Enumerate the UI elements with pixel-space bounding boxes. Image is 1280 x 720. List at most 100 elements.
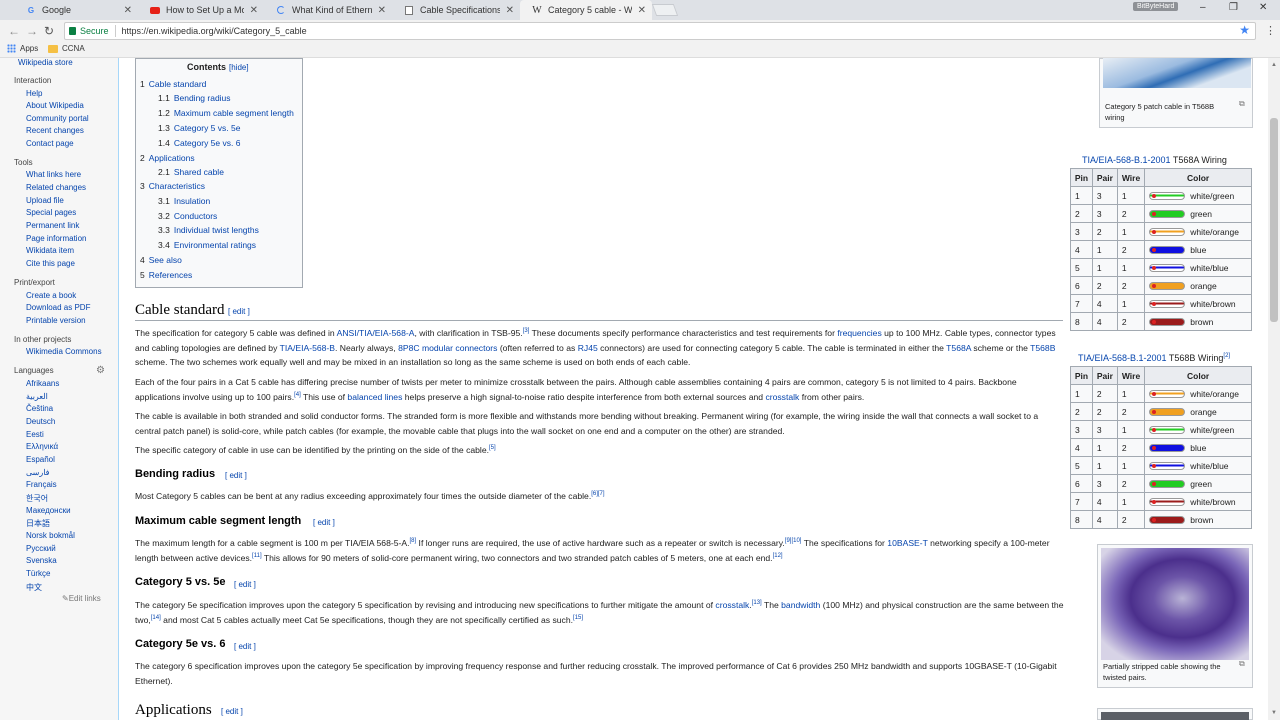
- tab-google[interactable]: G Google ✕: [14, 0, 138, 20]
- sidebar-language-link[interactable]: Čeština: [26, 404, 53, 413]
- stripped-cable-image[interactable]: [1101, 548, 1249, 660]
- back-icon[interactable]: ←: [8, 24, 20, 38]
- sidebar-language-link[interactable]: Norsk bokmål: [26, 531, 75, 540]
- toc-item[interactable]: 2.1 Shared cable: [158, 167, 224, 177]
- sidebar-link[interactable]: Permanent link: [26, 221, 79, 230]
- citation[interactable]: [11]: [252, 553, 262, 559]
- maximize-icon[interactable]: ❐: [1229, 2, 1238, 13]
- close-icon[interactable]: ✕: [506, 5, 514, 16]
- article-link[interactable]: crosstalk: [765, 392, 799, 402]
- sidebar-link[interactable]: Contact page: [26, 139, 74, 148]
- article-link[interactable]: crosstalk: [715, 600, 749, 610]
- close-icon[interactable]: ✕: [250, 5, 258, 16]
- enlarge-icon[interactable]: ⧉: [1239, 99, 1245, 109]
- article-link[interactable]: balanced lines: [347, 392, 402, 402]
- article-link[interactable]: 10BASE-T: [887, 538, 927, 548]
- t568a-title-link[interactable]: TIA/EIA-568-B.1-2001: [1082, 155, 1171, 165]
- toc-item[interactable]: 2 Applications: [140, 153, 195, 163]
- sidebar-link[interactable]: Help: [26, 89, 42, 98]
- sidebar-language-link[interactable]: 中文: [26, 582, 42, 593]
- sidebar-link[interactable]: Page information: [26, 234, 86, 243]
- secure-indicator[interactable]: Secure: [69, 26, 109, 36]
- sidebar-link[interactable]: Wikidata item: [26, 246, 74, 255]
- bookmark-star-icon[interactable]: ★: [1239, 23, 1250, 37]
- sidebar-link-wikipedia-store[interactable]: Wikipedia store: [18, 58, 73, 67]
- toc-item[interactable]: 1.1 Bending radius: [158, 93, 231, 103]
- toc-item[interactable]: 3 Characteristics: [140, 181, 205, 191]
- toc-item[interactable]: 1.4 Category 5e vs. 6: [158, 138, 240, 148]
- toc-item[interactable]: 5 References: [140, 270, 192, 280]
- sidebar-language-link[interactable]: Svenska: [26, 556, 57, 565]
- toc-item[interactable]: 1 Cable standard: [140, 79, 206, 89]
- bookmark-apps[interactable]: Apps: [7, 44, 38, 53]
- sidebar-language-link[interactable]: Français: [26, 480, 57, 489]
- sidebar-link[interactable]: Special pages: [26, 208, 76, 217]
- sidebar-link[interactable]: Wikimedia Commons: [26, 347, 102, 356]
- sidebar-language-link[interactable]: العربية: [26, 392, 48, 401]
- toc-item[interactable]: 3.1 Insulation: [158, 196, 210, 206]
- toc-hide-toggle[interactable]: [hide]: [229, 63, 249, 72]
- sidebar-link[interactable]: Create a book: [26, 291, 76, 300]
- scrollbar-thumb[interactable]: [1270, 118, 1278, 322]
- t568b-title-link[interactable]: TIA/EIA-568-B.1-2001: [1078, 353, 1167, 363]
- minimize-icon[interactable]: –: [1200, 2, 1206, 13]
- citation[interactable]: [3]: [523, 328, 530, 334]
- toc-item[interactable]: 1.2 Maximum cable segment length: [158, 108, 294, 118]
- patch-cable-image[interactable]: [1103, 58, 1251, 88]
- article-link[interactable]: T568B: [1030, 343, 1055, 353]
- article-link[interactable]: TIA/EIA-568-B: [280, 343, 335, 353]
- sidebar-link[interactable]: What links here: [26, 170, 81, 179]
- tab-wikipedia[interactable]: W Category 5 cable - Wikip ✕: [520, 0, 652, 20]
- reload-icon[interactable]: ↻: [44, 24, 54, 38]
- article-link[interactable]: T568A: [946, 343, 971, 353]
- page-scrollbar[interactable]: ▲ ▼: [1268, 58, 1280, 720]
- citation[interactable]: [15]: [573, 615, 583, 621]
- close-window-icon[interactable]: ✕: [1259, 2, 1267, 13]
- citation[interactable]: [14]: [151, 615, 161, 621]
- sidebar-language-link[interactable]: Македонски: [26, 506, 71, 515]
- sidebar-link[interactable]: Cite this page: [26, 259, 75, 268]
- edit-section-link[interactable]: [ edit ]: [234, 642, 256, 651]
- sidebar-language-link[interactable]: 日本語: [26, 518, 50, 529]
- cable-image[interactable]: [1101, 712, 1249, 720]
- article-link[interactable]: bandwidth: [781, 600, 820, 610]
- toc-item[interactable]: 1.3 Category 5 vs. 5e: [158, 123, 240, 133]
- tab-ethernet[interactable]: What Kind of Ethernet C ✕: [264, 0, 392, 20]
- bookmark-ccna[interactable]: CCNA: [48, 44, 85, 53]
- address-bar[interactable]: Secure https://en.wikipedia.org/wiki/Cat…: [64, 22, 1256, 40]
- close-icon[interactable]: ✕: [124, 5, 132, 16]
- edit-section-link[interactable]: [ edit ]: [225, 471, 247, 480]
- toc-item[interactable]: 3.4 Environmental ratings: [158, 240, 256, 250]
- sidebar-language-link[interactable]: Afrikaans: [26, 379, 59, 388]
- sidebar-link[interactable]: Printable version: [26, 316, 86, 325]
- sidebar-link[interactable]: Related changes: [26, 183, 86, 192]
- sidebar-language-link[interactable]: فارسی: [26, 468, 50, 477]
- edit-section-link[interactable]: [ edit ]: [313, 518, 335, 527]
- sidebar-link[interactable]: Recent changes: [26, 126, 84, 135]
- sidebar-link[interactable]: Community portal: [26, 114, 89, 123]
- edit-section-link[interactable]: [ edit ]: [228, 307, 250, 316]
- close-icon[interactable]: ✕: [638, 5, 646, 16]
- new-tab-button[interactable]: [651, 4, 679, 16]
- tab-youtube[interactable]: How to Set Up a Modem ✕: [138, 0, 264, 20]
- profile-badge[interactable]: BitByteHard: [1133, 2, 1179, 11]
- citation[interactable]: [12]: [773, 553, 783, 559]
- sidebar-language-link[interactable]: Türkçe: [26, 569, 50, 578]
- menu-icon[interactable]: ⋮: [1265, 24, 1276, 37]
- gear-icon[interactable]: ⚙: [96, 365, 105, 376]
- article-link[interactable]: frequencies: [837, 328, 881, 338]
- sidebar-language-link[interactable]: 한국어: [26, 493, 48, 504]
- scroll-up-icon[interactable]: ▲: [1271, 62, 1277, 68]
- toc-item[interactable]: 3.2 Conductors: [158, 211, 217, 221]
- article-link[interactable]: 8P8C modular connectors: [398, 343, 497, 353]
- citation[interactable]: [9][10]: [785, 538, 802, 544]
- sidebar-link[interactable]: Download as PDF: [26, 303, 90, 312]
- sidebar-language-link[interactable]: Ελληνικά: [26, 442, 58, 451]
- citation[interactable]: [2]: [1223, 353, 1230, 359]
- sidebar-link[interactable]: About Wikipedia: [26, 101, 84, 110]
- citation[interactable]: [6][7]: [591, 491, 604, 497]
- scroll-down-icon[interactable]: ▼: [1271, 710, 1277, 716]
- sidebar-language-link[interactable]: Русский: [26, 544, 56, 553]
- close-icon[interactable]: ✕: [378, 5, 386, 16]
- article-link[interactable]: ANSI/TIA/EIA-568-A: [337, 328, 415, 338]
